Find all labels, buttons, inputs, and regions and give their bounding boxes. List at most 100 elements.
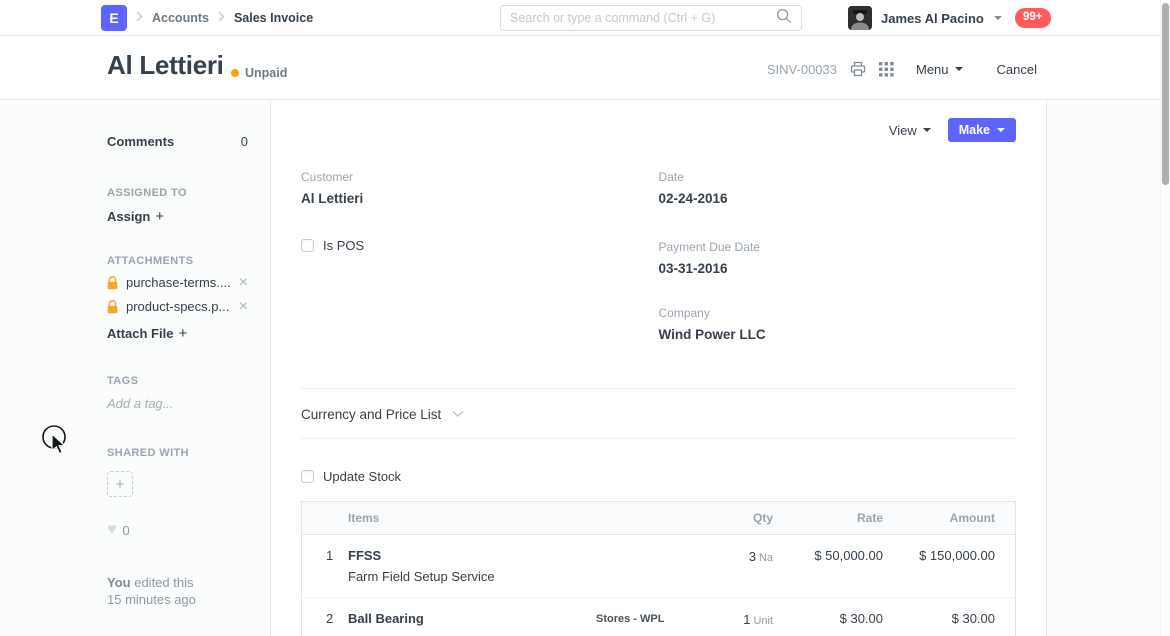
customer-field[interactable]: Customer Al Lettieri	[301, 170, 659, 206]
grid-menu-icon[interactable]	[879, 61, 894, 77]
chevron-down-icon	[993, 16, 1002, 20]
table-row[interactable]: 2 Ball Bearing Stores - WPL 1 Unit $ 30.0…	[302, 598, 1015, 636]
payment-due-date-field[interactable]: Payment Due Date 03-31-2016	[659, 240, 1017, 276]
company-label: Company	[658, 306, 710, 320]
lock-icon	[107, 275, 118, 290]
item-name: Ball Bearing	[348, 611, 424, 626]
items-table-header: Items Qty Rate Amount	[302, 502, 1015, 535]
customer-value[interactable]: Al Lettieri	[301, 191, 659, 206]
breadcrumb: Accounts Sales Invoice	[136, 0, 313, 36]
breadcrumb-sales-invoice[interactable]: Sales Invoice	[234, 11, 313, 25]
status-badge: Unpaid	[245, 66, 288, 80]
section-divider	[301, 388, 1016, 389]
status-dot-icon	[231, 69, 239, 77]
view-button[interactable]: View	[889, 123, 931, 138]
assigned-to-heading: ASSIGNED TO	[107, 187, 187, 199]
update-stock-checkbox[interactable]	[301, 470, 314, 483]
share-add-button[interactable]: +	[107, 471, 133, 497]
amount-cell: $ 150,000.00	[919, 548, 995, 563]
comments-count: 0	[240, 134, 248, 149]
qty-cell: 1 Unit	[743, 612, 773, 627]
form-main: View Make Customer Al Lettieri Is POS Da…	[270, 101, 1047, 636]
tags-heading: TAGS	[107, 375, 139, 387]
update-stock-label: Update Stock	[323, 469, 402, 484]
cancel-button[interactable]: Cancel	[997, 62, 1037, 77]
header-qty: Qty	[752, 511, 773, 525]
date-value[interactable]: 02-24-2016	[659, 191, 1017, 206]
form-toolbar: View Make	[301, 118, 1016, 142]
menu-button[interactable]: Menu	[916, 62, 963, 77]
form-column-left: Customer Al Lettieri Is POS	[301, 170, 659, 342]
payment-due-date-label: Payment Due Date	[658, 240, 760, 254]
add-tag-input[interactable]: Add a tag...	[107, 396, 248, 411]
form-column-right: Date 02-24-2016 Payment Due Date 03-31-2…	[659, 170, 1017, 342]
currency-section-label: Currency and Price List	[301, 406, 442, 422]
update-stock-checkbox-row[interactable]: Update Stock	[301, 469, 1016, 484]
header-items: Items	[348, 511, 380, 525]
search-icon[interactable]	[776, 8, 792, 29]
item-cell: Ball Bearing	[348, 611, 596, 626]
chevron-down-icon	[954, 67, 963, 71]
items-table: Items Qty Rate Amount 1 FFSS Farm Field …	[301, 501, 1016, 636]
chevron-down-icon	[922, 128, 931, 132]
is-pos-checkbox[interactable]	[301, 239, 314, 252]
status-indicator: Unpaid	[231, 66, 287, 80]
comments-link[interactable]: Comments 0	[107, 134, 248, 149]
is-pos-label: Is POS	[323, 238, 365, 253]
chevron-right-icon	[136, 9, 143, 27]
avatar	[848, 6, 872, 30]
assign-button[interactable]: Assign +	[107, 208, 248, 225]
chevron-down-icon	[997, 128, 1005, 132]
breadcrumb-accounts[interactable]: Accounts	[152, 11, 209, 25]
header-warehouse	[596, 517, 691, 519]
shared-with-heading: SHARED WITH	[107, 447, 190, 459]
close-icon[interactable]: ×	[239, 298, 248, 315]
likes-row: ♥ 0	[107, 522, 248, 538]
item-description: Farm Field Setup Service	[348, 569, 495, 584]
close-icon[interactable]: ×	[239, 274, 248, 291]
global-search	[500, 5, 802, 31]
page-title: Al Lettieri	[107, 50, 224, 80]
print-icon[interactable]	[850, 61, 866, 77]
page-head-actions: SINV-00033 Menu Cancel	[767, 61, 1037, 77]
edited-by: You	[107, 575, 131, 590]
form-sidebar: Comments 0 ASSIGNED TO Assign + ATTACHMEN…	[0, 101, 270, 636]
attachment-item: purchase-terms.... ×	[107, 274, 248, 291]
attach-file-button[interactable]: Attach File +	[107, 325, 248, 342]
customer-label: Customer	[301, 170, 354, 184]
attachments-heading: ATTACHMENTS	[107, 255, 194, 267]
company-value[interactable]: Wind Power LLC	[659, 327, 1017, 342]
lock-icon	[107, 299, 118, 314]
is-pos-checkbox-row[interactable]: Is POS	[301, 238, 659, 253]
warehouse-cell: Stores - WPL	[596, 613, 665, 625]
header-amount: Amount	[949, 511, 995, 525]
company-field[interactable]: Company Wind Power LLC	[659, 306, 1017, 342]
search-input[interactable]	[510, 11, 776, 25]
make-button[interactable]: Make	[947, 118, 1016, 142]
notifications-badge[interactable]: 99+	[1015, 8, 1051, 28]
table-row[interactable]: 1 FFSS Farm Field Setup Service 3 Na $ 50…	[302, 535, 1015, 598]
scrollbar-thumb[interactable]	[1162, 3, 1169, 185]
row-index: 1	[326, 548, 334, 563]
user-name: James Al Pacino	[881, 10, 984, 26]
chevron-right-icon	[218, 9, 225, 27]
window-scrollbar[interactable]	[1160, 0, 1170, 636]
plus-icon: +	[155, 208, 165, 225]
user-menu[interactable]: James Al Pacino	[848, 6, 1002, 30]
qty-cell: 3 Na	[748, 549, 773, 564]
section-divider	[301, 438, 1016, 439]
app-logo[interactable]: E	[101, 5, 127, 31]
heart-icon[interactable]: ♥	[107, 522, 117, 538]
attachment-link[interactable]: purchase-terms....	[126, 275, 231, 290]
plus-icon: +	[178, 325, 188, 342]
attachment-item: product-specs.p... ×	[107, 298, 248, 315]
payment-due-date-value[interactable]: 03-31-2016	[659, 261, 1017, 276]
amount-cell: $ 30.00	[951, 611, 995, 626]
attachment-link[interactable]: product-specs.p...	[126, 299, 229, 314]
date-field[interactable]: Date 02-24-2016	[659, 170, 1017, 206]
edited-time: 15 minutes ago	[107, 592, 196, 607]
rate-cell: $ 50,000.00	[814, 548, 883, 563]
edited-text: edited this	[134, 575, 194, 590]
top-navbar: E Accounts Sales Invoice James Al Pacino…	[0, 0, 1170, 36]
currency-section-toggle[interactable]: Currency and Price List	[301, 405, 1016, 423]
